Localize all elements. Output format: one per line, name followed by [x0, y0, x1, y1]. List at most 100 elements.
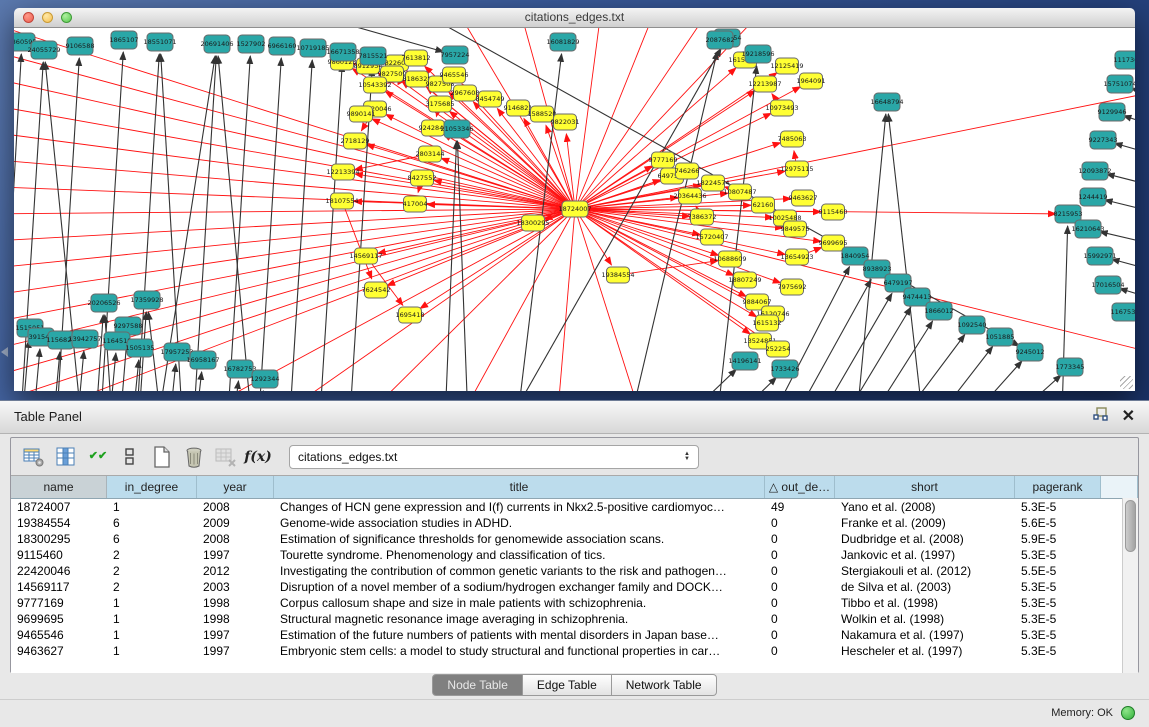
graph-node-label: 16648794: [870, 98, 903, 106]
graph-node-label: 17957253: [160, 348, 193, 356]
graph-edge[interactable]: [14, 54, 21, 391]
graph-edge[interactable]: [1112, 259, 1135, 276]
graph-edge[interactable]: [1107, 174, 1135, 191]
tab-network-table[interactable]: Network Table: [612, 674, 717, 696]
scrollbar-thumb[interactable]: [1125, 500, 1136, 552]
cell-short: Nakamura et al. (1997): [835, 627, 1015, 643]
select-all-icon[interactable]: ✔✔: [85, 445, 111, 469]
graph-edge[interactable]: [575, 88, 1135, 209]
graph-node-label: 16782753: [223, 365, 256, 373]
table-row[interactable]: 977716911998Corpus callosum shape and si…: [11, 595, 1138, 611]
table-row[interactable]: 969969511998Structural magnetic resonanc…: [11, 611, 1138, 627]
graph-edge[interactable]: [1100, 232, 1135, 249]
table-row[interactable]: 1872400712008Changes of HCN gene express…: [11, 499, 1138, 515]
graph-edge[interactable]: [193, 372, 202, 391]
table-row[interactable]: 2242004622012Investigating the contribut…: [11, 563, 1138, 579]
graph-edge[interactable]: [826, 307, 911, 391]
graph-edge[interactable]: [575, 28, 664, 209]
table-row[interactable]: 1830029562008Estimation of significance …: [11, 531, 1138, 547]
float-panel-icon[interactable]: [1093, 407, 1108, 426]
graph-edge[interactable]: [444, 141, 457, 391]
graph-node-label: 12093872: [1078, 167, 1111, 175]
cell-year: 2008: [197, 499, 274, 515]
graph-edge[interactable]: [980, 375, 1061, 391]
window-title: citations_edges.txt: [14, 10, 1135, 24]
cell-short: Tibbo et al. (1998): [835, 595, 1015, 611]
cell-in_degree: 1: [107, 499, 197, 515]
graph-edge[interactable]: [852, 321, 933, 391]
graph-edge[interactable]: [802, 293, 892, 391]
graph-edge[interactable]: [880, 335, 965, 391]
column-header-pagerank[interactable]: pagerank: [1015, 476, 1101, 498]
graph-edge[interactable]: [554, 209, 575, 391]
panel-collapse-handle[interactable]: [1, 347, 8, 357]
close-panel-icon[interactable]: ✕: [1122, 408, 1135, 426]
column-header-out_de[interactable]: △ out_de…: [765, 476, 835, 498]
graph-edge[interactable]: [1105, 200, 1135, 217]
column-header-year[interactable]: year: [197, 476, 274, 498]
delete-trash-icon[interactable]: [181, 445, 207, 469]
select-columns-icon[interactable]: [53, 445, 79, 469]
graph-node-label: 15992971: [1083, 252, 1116, 260]
table-row[interactable]: 911546021997Tourette syndrome. Phenomeno…: [11, 547, 1138, 563]
graph-edge[interactable]: [257, 58, 281, 391]
cell-in_degree: 6: [107, 515, 197, 531]
graph-edge[interactable]: [94, 315, 103, 391]
graph-edge[interactable]: [575, 209, 1135, 358]
graph-edge[interactable]: [230, 381, 238, 391]
table-scrollbar[interactable]: [1122, 498, 1138, 673]
graph-edge[interactable]: [654, 369, 736, 391]
table-header-row: namein_degreeyeartitle△ out_de…shortpage…: [11, 476, 1138, 499]
graph-node-label: 18724007: [558, 205, 591, 213]
graph-edge[interactable]: [31, 349, 40, 391]
graph-edge[interactable]: [14, 158, 575, 209]
column-header-title[interactable]: title: [274, 476, 765, 498]
cell-title: Corpus callosum shape and size in male p…: [274, 595, 765, 611]
cell-title: Investigating the contribution of common…: [274, 563, 765, 579]
graph-edge[interactable]: [130, 360, 139, 391]
table-row[interactable]: 1938455462009Genome-wide association stu…: [11, 515, 1138, 531]
network-canvas[interactable]: 1872400718300295986012389129541822605898…: [14, 28, 1135, 391]
tab-node-table[interactable]: Node Table: [432, 674, 523, 696]
table-row[interactable]: 946554611997Estimation of the future num…: [11, 627, 1138, 643]
cell-name: 9777169: [11, 595, 107, 611]
cell-name: 9699695: [11, 611, 107, 627]
column-header-name[interactable]: name: [11, 476, 107, 498]
resize-grip-icon[interactable]: [1120, 376, 1133, 389]
table-selector-dropdown[interactable]: citations_edges.txt ▲▼: [289, 445, 699, 469]
graph-edge[interactable]: [14, 209, 575, 298]
graph-node-label: 12125419: [770, 62, 803, 70]
delete-table-icon[interactable]: [213, 445, 239, 469]
row-height-icon[interactable]: [117, 445, 143, 469]
function-builder-icon[interactable]: f(x): [245, 445, 271, 469]
graph-edge[interactable]: [888, 114, 926, 391]
modify-table-icon[interactable]: [21, 445, 47, 469]
graph-edge[interactable]: [1115, 143, 1135, 160]
graph-edge[interactable]: [704, 377, 776, 391]
graph-edge[interactable]: [288, 60, 312, 391]
panel-title: Table Panel: [14, 409, 82, 424]
graph-edge[interactable]: [914, 346, 993, 391]
cell-pagerank: 5.3E-5: [1015, 627, 1101, 643]
graph-edge[interactable]: [944, 361, 1022, 391]
graph-node-label: 7485063: [778, 135, 807, 143]
graph-node-label: 1866012: [925, 307, 954, 315]
graph-edge[interactable]: [167, 364, 176, 391]
graph-edge[interactable]: [14, 28, 575, 209]
cell-year: 2008: [197, 531, 274, 547]
new-table-icon[interactable]: [149, 445, 175, 469]
column-header-short[interactable]: short: [835, 476, 1015, 498]
graph-edge[interactable]: [14, 209, 575, 270]
graph-node-label: 14569117: [349, 252, 382, 260]
column-header-in_degree[interactable]: in_degree: [107, 476, 197, 498]
citation-network-graph[interactable]: 1872400718300295986012389129541822605898…: [14, 28, 1135, 391]
graph-edge[interactable]: [14, 130, 575, 209]
graph-edge[interactable]: [218, 56, 254, 391]
network-window-titlebar[interactable]: citations_edges.txt: [14, 8, 1135, 28]
table-row[interactable]: 946362711997Embryonic stem cells: a mode…: [11, 643, 1138, 659]
table-row[interactable]: 1456911722003Disruption of a novel membe…: [11, 579, 1138, 595]
graph-edge[interactable]: [14, 46, 575, 209]
graph-edge[interactable]: [161, 54, 184, 391]
tab-edge-table[interactable]: Edge Table: [523, 674, 612, 696]
cell-pagerank: 5.3E-5: [1015, 499, 1101, 515]
